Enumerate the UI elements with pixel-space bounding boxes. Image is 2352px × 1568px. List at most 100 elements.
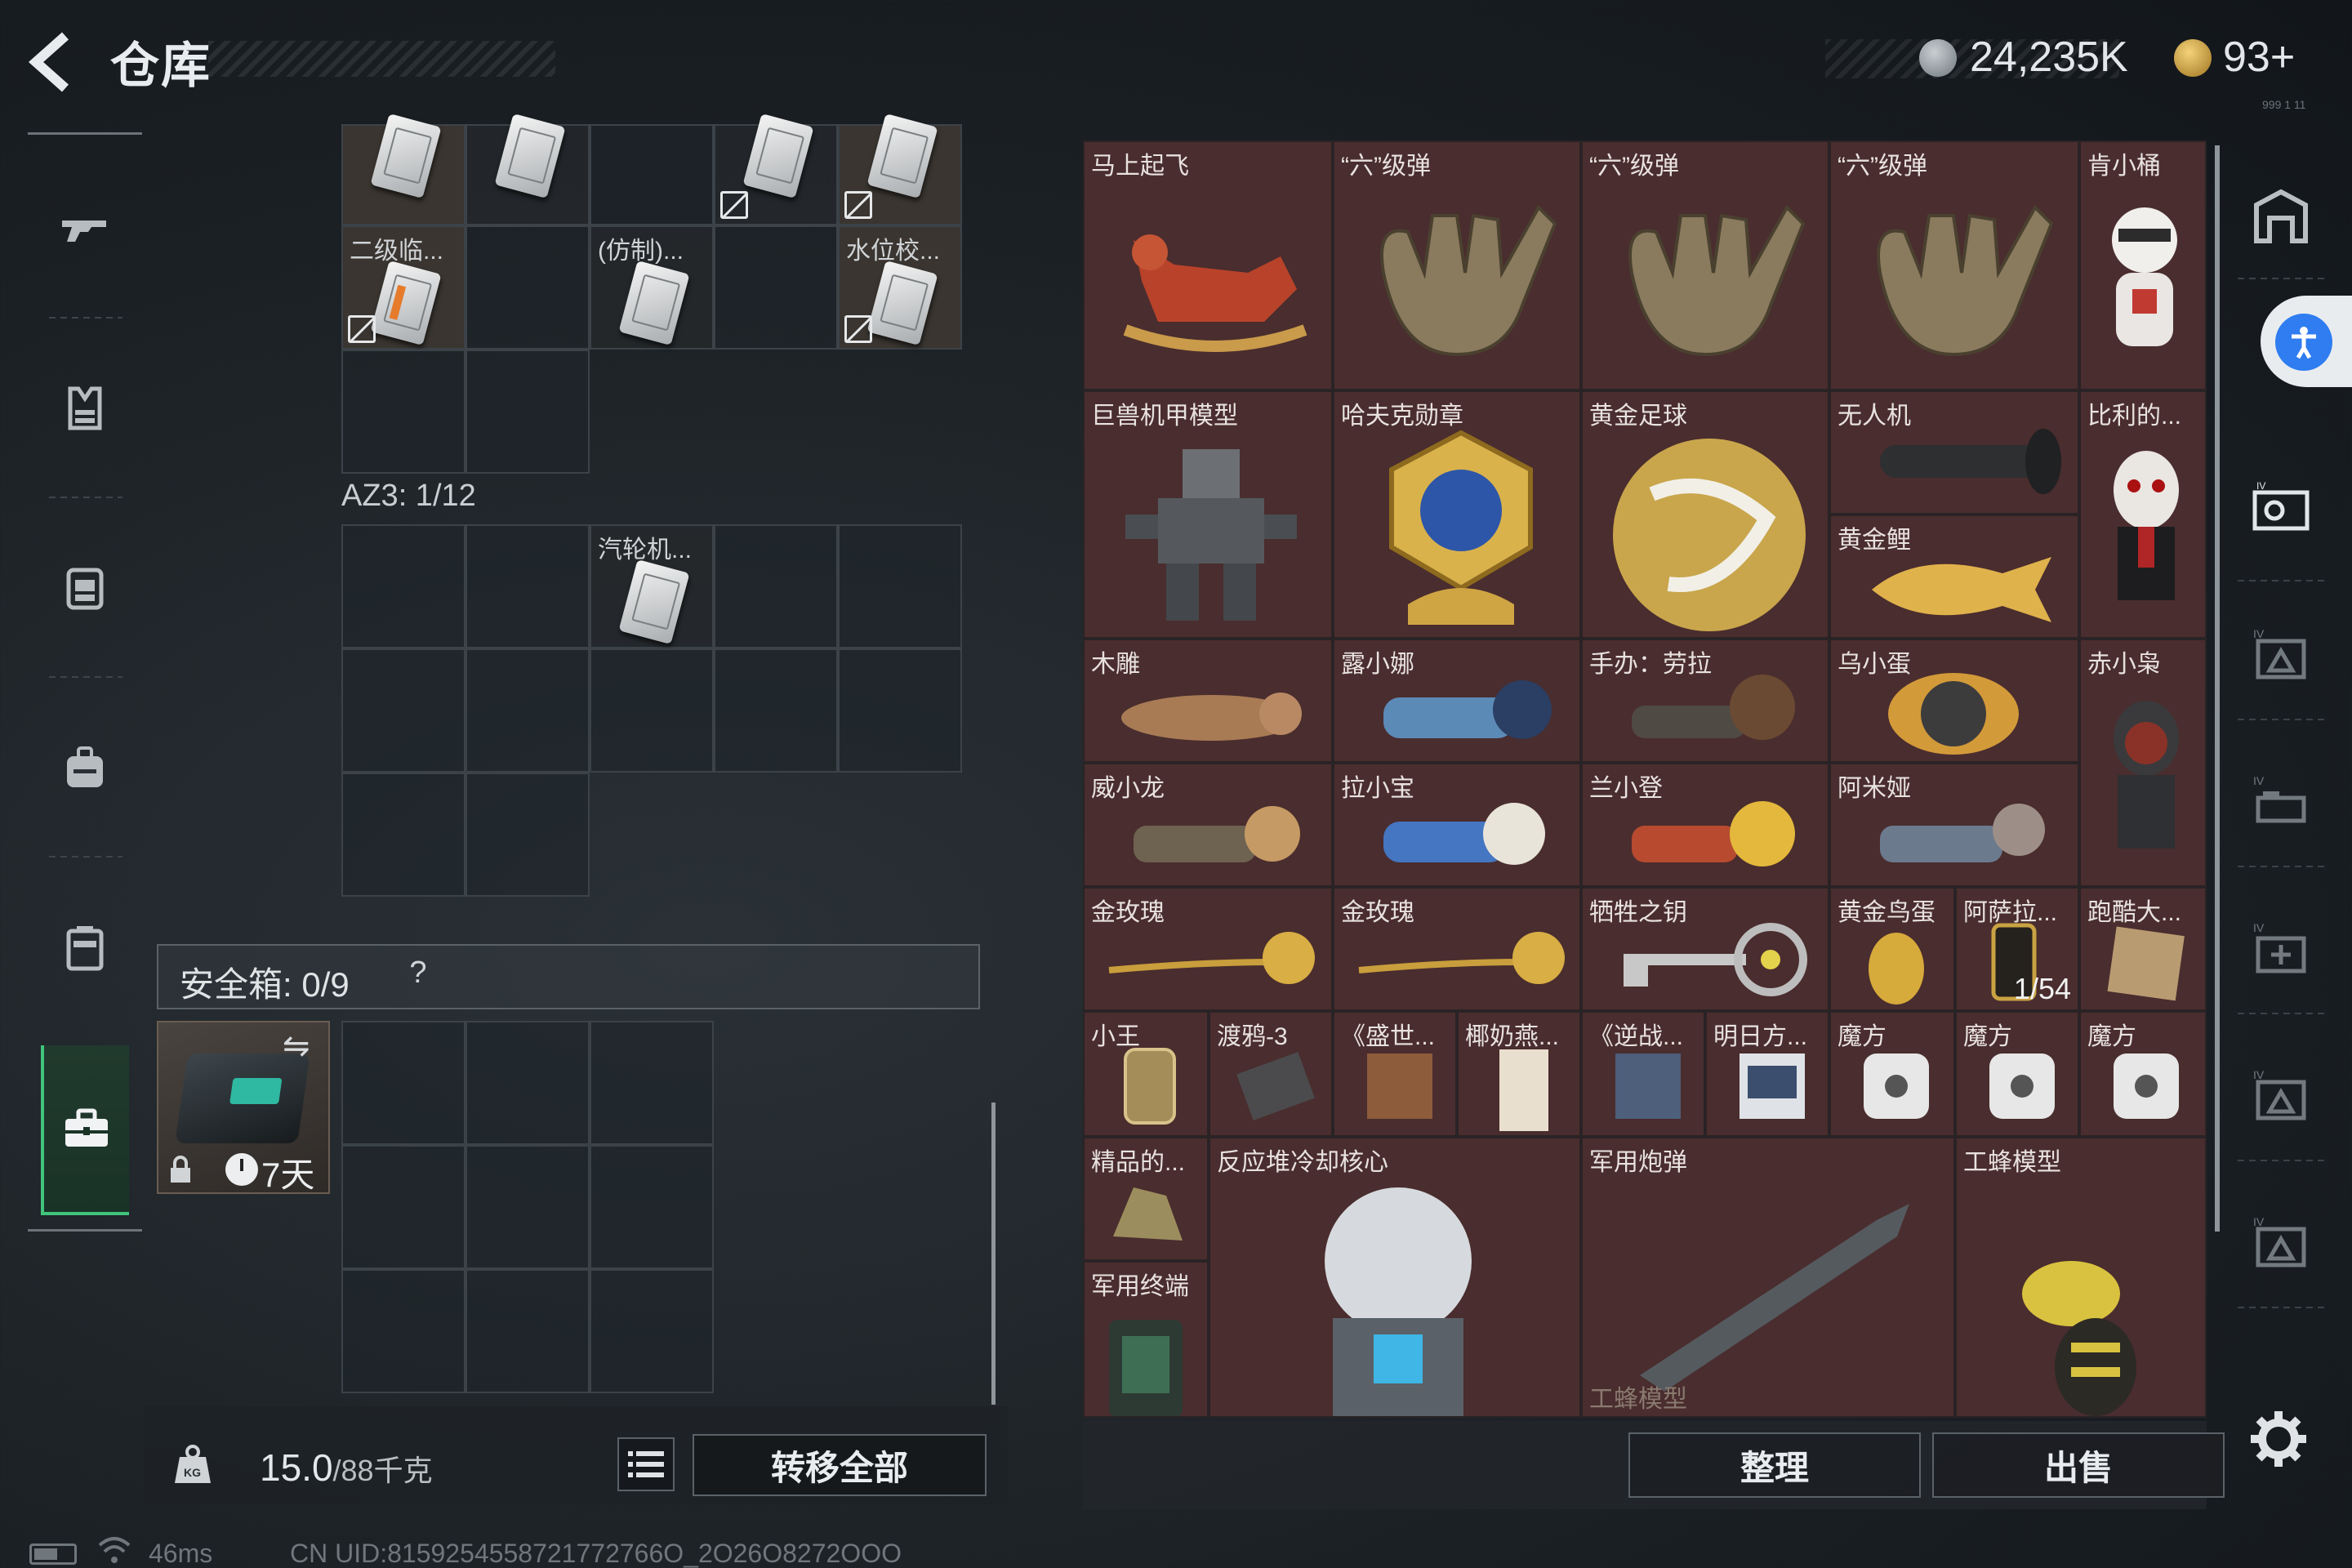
stash-item[interactable]: 军用终端	[1083, 1261, 1209, 1418]
grid-slot[interactable]	[466, 350, 590, 474]
stash-item[interactable]: 军用炮弹 工蜂模型	[1581, 1137, 1955, 1418]
currency-gold-amount[interactable]: 93+	[2223, 33, 2295, 82]
sell-button[interactable]: 出售	[1932, 1432, 2225, 1498]
grid-slot[interactable]	[466, 225, 590, 350]
svg-text:IV: IV	[2253, 921, 2265, 934]
stash-item[interactable]: 赤小枭	[2079, 639, 2207, 887]
stash-item[interactable]: 手办：劳拉	[1581, 639, 1829, 763]
grid-slot[interactable]	[838, 524, 962, 648]
stash-item[interactable]: 《盛世...	[1333, 1011, 1457, 1137]
stash-tab-all[interactable]	[2244, 172, 2318, 261]
grid-slot[interactable]	[466, 1145, 590, 1269]
stash-item[interactable]: 拉小宝	[1333, 763, 1581, 887]
grid-slot[interactable]	[838, 113, 962, 225]
stash-item[interactable]: 明日方...	[1705, 1011, 1829, 1137]
grid-slot[interactable]	[341, 1269, 466, 1393]
stash-item[interactable]: 肯小桶	[2079, 140, 2207, 390]
nav-item-weapon[interactable]	[28, 163, 142, 294]
stash-item[interactable]: “六”级弹	[1581, 140, 1829, 390]
grid-slot[interactable]	[590, 1269, 714, 1393]
stash-tab-4[interactable]: IV	[2244, 612, 2318, 702]
grid-slot[interactable]	[590, 648, 714, 773]
grid-slot[interactable]	[466, 113, 590, 225]
grid-slot[interactable]	[341, 1145, 466, 1269]
stash-tab-collection[interactable]: IV	[2244, 466, 2318, 555]
stash-item[interactable]: 小王	[1083, 1011, 1209, 1137]
grid-slot[interactable]	[466, 648, 590, 773]
mech-model-icon	[1125, 449, 1297, 621]
stash-item[interactable]: 阿萨拉... 1/54	[1955, 887, 2079, 1011]
hooded-figure-icon	[2114, 701, 2179, 849]
stash-item[interactable]: 反应堆冷却核心	[1209, 1137, 1581, 1418]
grid-slot[interactable]	[341, 1021, 466, 1145]
transfer-all-button[interactable]: 转移全部	[693, 1434, 987, 1496]
swap-icon[interactable]: ⇋	[283, 1027, 310, 1065]
grid-item-slot[interactable]: 汽轮机...	[590, 524, 714, 648]
nav-item-backpack[interactable]	[28, 702, 142, 833]
stash-item[interactable]: 威小龙	[1083, 763, 1333, 887]
grid-slot[interactable]	[341, 524, 466, 648]
stash-item[interactable]: 《逆战...	[1581, 1011, 1705, 1137]
nav-item-armor[interactable]	[28, 343, 142, 474]
stash-item[interactable]: 渡鸦-3	[1209, 1011, 1333, 1137]
settings-button[interactable]	[2247, 1408, 2310, 1470]
stash-item[interactable]: 魔方	[1829, 1011, 1955, 1137]
stash-item[interactable]: 魔方	[1955, 1011, 2079, 1137]
grid-slot[interactable]	[590, 124, 714, 225]
stash-scrollbar[interactable]	[2215, 145, 2220, 1232]
grid-slot[interactable]	[714, 648, 838, 773]
grid-slot[interactable]	[714, 113, 838, 225]
stash-item[interactable]: 金玫瑰	[1083, 887, 1333, 1011]
stash-item[interactable]: 乌小蛋	[1829, 639, 2079, 763]
stash-item[interactable]: 椰奶燕...	[1457, 1011, 1581, 1137]
stash-item[interactable]: 魔方	[2079, 1011, 2207, 1137]
grid-item-slot[interactable]: (仿制)...	[590, 225, 714, 350]
grid-slot[interactable]	[466, 773, 590, 897]
stash-item[interactable]: 哈夫克勋章	[1333, 390, 1581, 639]
stash-item[interactable]: 黄金鲤	[1829, 514, 2079, 639]
grid-slot[interactable]	[714, 225, 838, 350]
list-view-button[interactable]	[617, 1437, 675, 1491]
stash-item[interactable]: “六”级弹	[1829, 140, 2079, 390]
left-scrollbar[interactable]	[991, 1102, 996, 1405]
stash-item[interactable]: 无人机	[1829, 390, 2079, 514]
stash-item[interactable]: “六”级弹	[1333, 140, 1581, 390]
stash-item[interactable]: 精品的...	[1083, 1137, 1209, 1261]
grid-slot[interactable]	[590, 1145, 714, 1269]
grid-item-slot[interactable]: 二级临...	[341, 225, 466, 350]
stash-item[interactable]: 马上起飞	[1083, 140, 1333, 390]
grid-slot[interactable]	[590, 1021, 714, 1145]
grid-slot[interactable]	[341, 648, 466, 773]
back-button[interactable]	[24, 29, 82, 95]
nav-item-safebox[interactable]	[41, 1045, 129, 1215]
stash-item[interactable]: 兰小登	[1581, 763, 1829, 887]
grid-item-slot[interactable]: 水位校...	[838, 225, 962, 350]
stash-item[interactable]: 阿米娅	[1829, 763, 2079, 887]
grid-slot[interactable]	[341, 350, 466, 474]
stash-tab-8[interactable]: IV	[2244, 1200, 2318, 1290]
help-button[interactable]: ?	[399, 956, 438, 995]
stash-tab-5[interactable]: IV	[2244, 760, 2318, 849]
stash-tab-7[interactable]: IV	[2244, 1054, 2318, 1143]
grid-slot[interactable]	[466, 1021, 590, 1145]
stash-item[interactable]: 露小娜	[1333, 639, 1581, 763]
stash-item[interactable]: 比利的...	[2079, 390, 2207, 639]
grid-slot[interactable]	[714, 524, 838, 648]
stash-item[interactable]: 跑酷大...	[2079, 887, 2207, 1011]
nav-item-container[interactable]	[28, 882, 142, 1013]
stash-item[interactable]: 黄金足球	[1581, 390, 1829, 639]
stash-item[interactable]: 金玫瑰	[1333, 887, 1581, 1011]
sort-button[interactable]: 整理	[1628, 1432, 1921, 1498]
grid-slot[interactable]	[341, 113, 466, 225]
grid-slot[interactable]	[341, 773, 466, 897]
stash-item[interactable]: 木雕	[1083, 639, 1333, 763]
grid-slot[interactable]	[466, 1269, 590, 1393]
nav-item-chest-rig[interactable]	[28, 523, 142, 653]
stash-item[interactable]: 巨兽机甲模型	[1083, 390, 1333, 639]
stash-item[interactable]: 牺牲之钥	[1581, 887, 1829, 1011]
stash-item[interactable]: 工蜂模型	[1955, 1137, 2207, 1418]
grid-slot[interactable]	[466, 524, 590, 648]
grid-slot[interactable]	[838, 648, 962, 773]
stash-tab-6[interactable]: IV	[2244, 906, 2318, 996]
stash-item[interactable]: 黄金鸟蛋	[1829, 887, 1955, 1011]
